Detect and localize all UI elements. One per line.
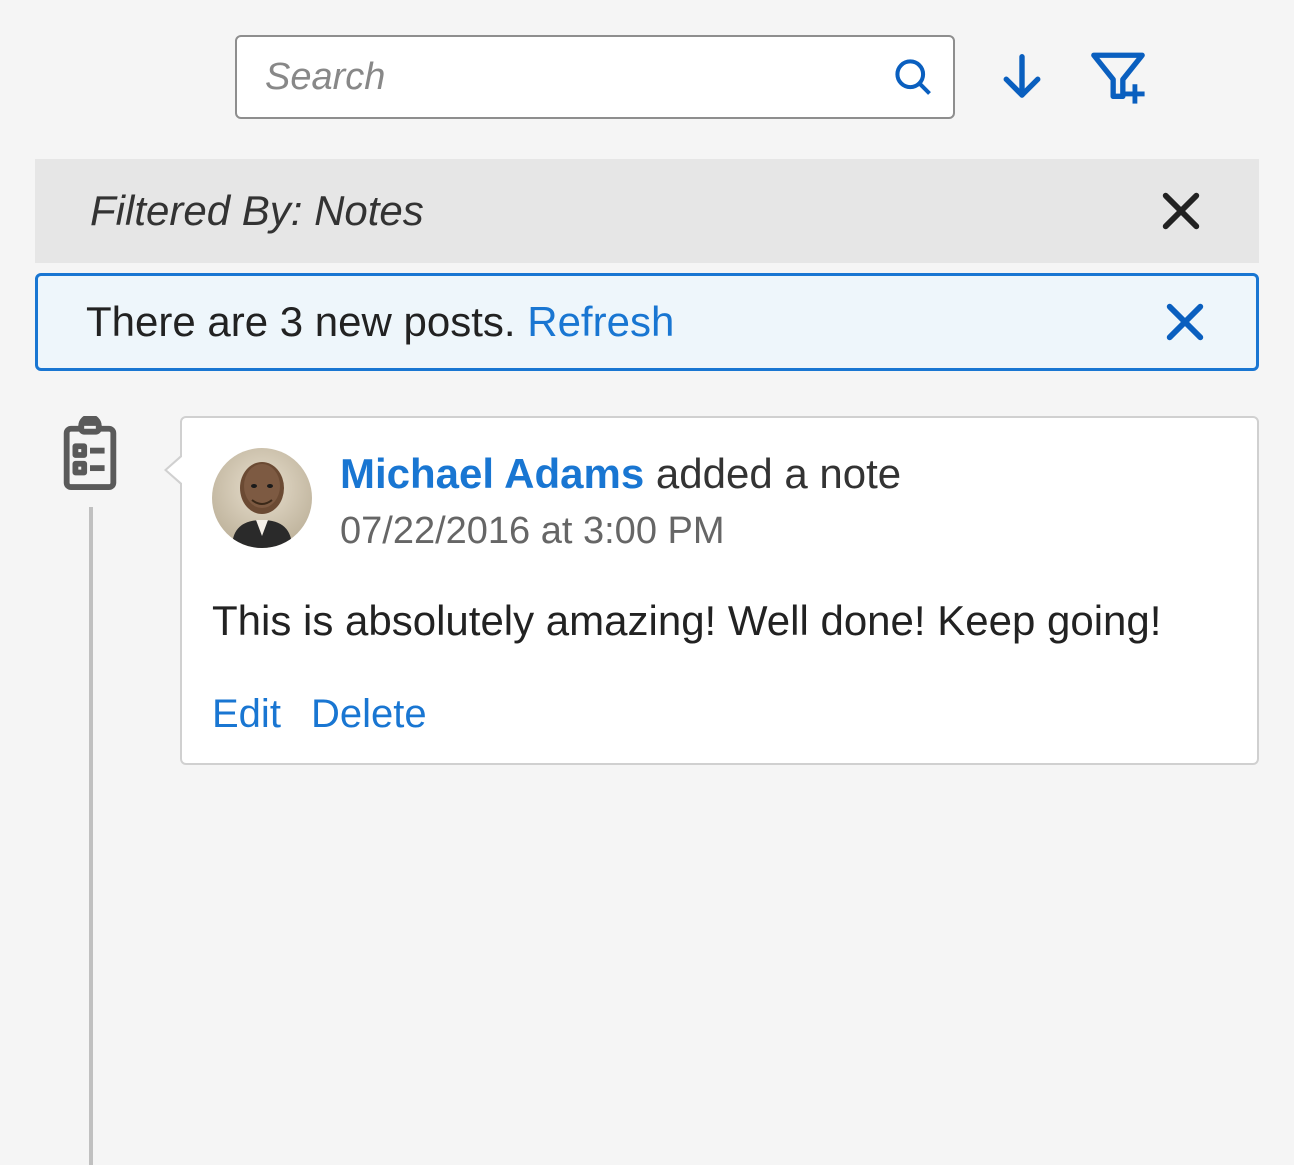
filter-label: Filtered By: Notes: [90, 187, 424, 235]
timeline: Michael Adams added a note 07/22/2016 at…: [35, 416, 1259, 765]
avatar: [212, 448, 312, 548]
toolbar: [35, 35, 1259, 119]
notice-message: There are 3 new posts.: [86, 298, 527, 345]
close-icon[interactable]: [1162, 299, 1208, 345]
edit-link[interactable]: Edit: [212, 692, 281, 737]
search-icon[interactable]: [891, 55, 935, 99]
new-posts-notice: There are 3 new posts. Refresh: [35, 273, 1259, 371]
note-body: This is absolutely amazing! Well done! K…: [212, 593, 1227, 650]
sort-down-icon[interactable]: [995, 50, 1049, 104]
note-card: Michael Adams added a note 07/22/2016 at…: [180, 416, 1259, 765]
notice-text: There are 3 new posts. Refresh: [86, 298, 674, 346]
card-title: Michael Adams added a note: [340, 450, 901, 498]
card-actions: Edit Delete: [212, 692, 1227, 737]
author-link[interactable]: Michael Adams: [340, 450, 644, 497]
card-title-block: Michael Adams added a note 07/22/2016 at…: [340, 448, 901, 553]
close-icon[interactable]: [1158, 188, 1204, 234]
clipboard-note-icon: [55, 416, 125, 507]
timestamp: 07/22/2016 at 3:00 PM: [340, 510, 901, 553]
search-field-wrap: [235, 35, 955, 119]
action-text: added a note: [644, 450, 901, 497]
timeline-line: [89, 496, 93, 1165]
search-input[interactable]: [235, 35, 955, 119]
card-header: Michael Adams added a note 07/22/2016 at…: [212, 448, 1227, 553]
filter-add-icon[interactable]: [1089, 48, 1147, 106]
refresh-link[interactable]: Refresh: [527, 298, 674, 345]
filter-bar: Filtered By: Notes: [35, 159, 1259, 263]
delete-link[interactable]: Delete: [311, 692, 427, 737]
